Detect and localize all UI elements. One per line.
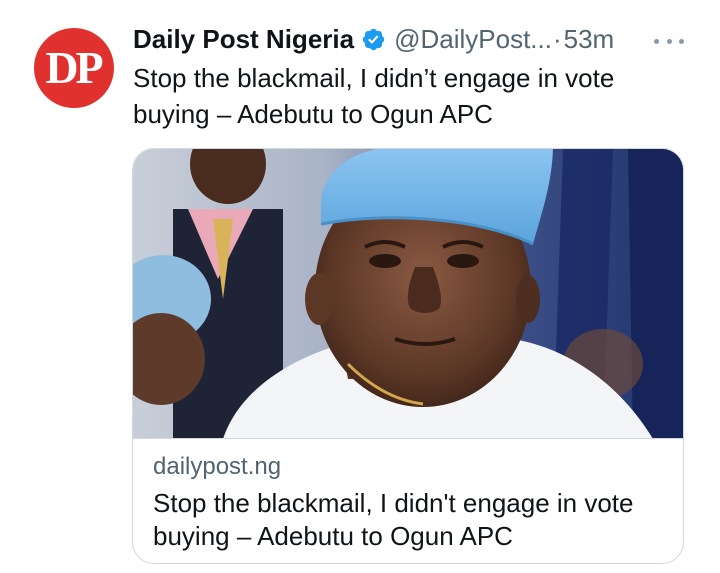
- tweet-timestamp[interactable]: 53m: [564, 20, 615, 58]
- card-domain: dailypost.ng: [153, 453, 282, 480]
- author-handle[interactable]: @DailyPost...: [394, 20, 552, 58]
- card-title[interactable]: Stop the blackmail, I didn't engage in v…: [153, 487, 663, 553]
- tweet-text: Stop the blackmail, I didn’t engage in v…: [133, 63, 615, 129]
- more-dot: [654, 38, 659, 44]
- article-photo-illustration: [133, 149, 683, 438]
- tweet[interactable]: DP Daily Post Nigeria @DailyPost... · 53…: [0, 0, 720, 573]
- tweet-header: Daily Post Nigeria @DailyPost... · 53m: [133, 20, 693, 58]
- more-dot: [679, 38, 684, 44]
- header-separator: ·: [552, 24, 562, 54]
- link-card[interactable]: dailypost.ng Stop the blackmail, I didn'…: [132, 148, 684, 564]
- avatar-logo-text: DP: [45, 42, 103, 93]
- verified-badge-icon: [362, 28, 385, 50]
- author-avatar[interactable]: DP: [34, 28, 114, 108]
- more-options-icon[interactable]: [654, 36, 684, 46]
- more-dot: [666, 38, 672, 44]
- author-display-name[interactable]: Daily Post Nigeria: [133, 20, 354, 58]
- article-photo-image[interactable]: [133, 149, 683, 439]
